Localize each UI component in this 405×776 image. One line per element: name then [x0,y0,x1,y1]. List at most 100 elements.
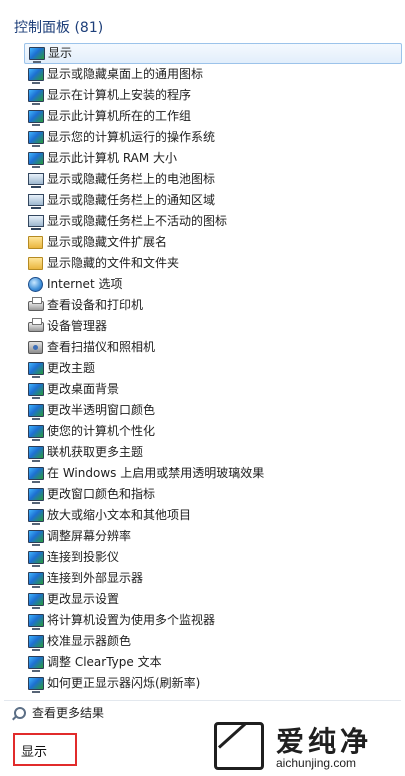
result-item-label: 更改窗口颜色和指标 [47,487,156,501]
result-item-label: 显示在计算机上安装的程序 [47,88,192,102]
result-item-label: 更改主题 [47,361,96,375]
taskbar-monitor-icon [28,215,44,230]
result-item[interactable]: 调整 ClearType 文本 [0,652,405,673]
system-shield-icon [28,110,44,126]
result-item-label: Internet 选项 [47,277,123,291]
display-monitor-icon [28,89,44,105]
result-item[interactable]: 查看扫描仪和照相机 [0,337,405,358]
taskbar-monitor-icon [28,194,44,209]
display-monitor-icon [28,635,44,651]
display-monitor-icon [28,593,44,609]
folder-options-icon [28,236,43,249]
internet-globe-icon [28,277,43,292]
system-shield-icon [28,152,44,168]
result-item-label: 如何更正显示器闪烁(刷新率) [47,676,201,690]
result-item[interactable]: 显示隐藏的文件和文件夹 [0,253,405,274]
result-item-label: 校准显示器颜色 [47,634,132,648]
result-item-label: 连接到外部显示器 [47,571,144,585]
result-item[interactable]: 连接到外部显示器 [0,568,405,589]
result-item[interactable]: 显示或隐藏文件扩展名 [0,232,405,253]
result-item[interactable]: 显示 [24,43,402,64]
result-item[interactable]: 更改桌面背景 [0,379,405,400]
result-item[interactable]: 连接到投影仪 [0,547,405,568]
display-monitor-icon [28,362,44,378]
display-monitor-icon [28,446,44,462]
result-item[interactable]: 更改主题 [0,358,405,379]
folder-options-icon [28,257,43,270]
watermark-title: 爱纯净 [276,725,373,758]
result-item-label: 放大或缩小文本和其他项目 [47,508,192,522]
start-search-input[interactable] [21,741,71,759]
result-item[interactable]: 放大或缩小文本和其他项目 [0,505,405,526]
result-item-label: 调整 ClearType 文本 [47,655,162,669]
result-item-label: 将计算机设置为使用多个监视器 [47,613,216,627]
see-more-results-link[interactable]: 查看更多结果 [14,704,104,722]
watermark-logo-icon [214,722,264,770]
result-item[interactable]: 更改半透明窗口颜色 [0,400,405,421]
result-item[interactable]: 显示您的计算机运行的操作系统 [0,127,405,148]
result-item[interactable]: Internet 选项 [0,274,405,295]
result-item-label: 显示或隐藏任务栏上的电池图标 [47,172,216,186]
result-item[interactable]: 显示或隐藏任务栏上不活动的图标 [0,211,405,232]
result-item[interactable]: 显示或隐藏任务栏上的电池图标 [0,169,405,190]
result-item-label: 查看扫描仪和照相机 [47,340,156,354]
display-monitor-icon [28,68,44,84]
result-item[interactable]: 联机获取更多主题 [0,442,405,463]
taskbar-monitor-icon [28,173,44,188]
result-item[interactable]: 显示或隐藏桌面上的通用图标 [0,64,405,85]
result-item-label: 更改显示设置 [47,592,120,606]
result-item-label: 显示此计算机 RAM 大小 [47,151,178,165]
result-item-label: 显示您的计算机运行的操作系统 [47,130,216,144]
result-item[interactable]: 显示在计算机上安装的程序 [0,85,405,106]
display-monitor-icon [28,467,44,483]
display-monitor-icon [28,614,44,630]
result-item-label: 调整屏幕分辨率 [47,529,132,543]
display-monitor-icon [28,488,44,504]
start-menu-search-results: 控制面板 (81) 显示显示或隐藏桌面上的通用图标 显示在计算机上安装的程序 显示此… [0,0,405,776]
result-item-label: 显示或隐藏桌面上的通用图标 [47,67,204,81]
display-monitor-icon [28,551,44,567]
watermark-url: aichunjing.com [276,756,357,770]
result-item[interactable]: 如何更正显示器闪烁(刷新率) [0,673,405,694]
result-item[interactable]: 在 Windows 上启用或禁用透明玻璃效果 [0,463,405,484]
result-item-label: 更改半透明窗口颜色 [47,403,156,417]
result-item[interactable]: 显示此计算机 RAM 大小 [0,148,405,169]
result-item[interactable]: 更改窗口颜色和指标 [0,484,405,505]
display-monitor-icon [29,47,45,63]
control-panel-group-header: 控制面板 (81) [14,20,104,36]
result-item-label: 在 Windows 上启用或禁用透明玻璃效果 [47,466,265,480]
result-item-label: 显示或隐藏文件扩展名 [47,235,168,249]
result-item-label: 联机获取更多主题 [47,445,144,459]
scanner-camera-icon [28,341,43,354]
result-item-label: 连接到投影仪 [47,550,120,564]
result-item[interactable]: 设备管理器 [0,316,405,337]
display-monitor-icon [28,677,44,693]
system-shield-icon [28,131,44,147]
printer-icon [28,318,44,332]
result-item-label: 显示或隐藏任务栏上不活动的图标 [47,214,228,228]
result-item[interactable]: 将计算机设置为使用多个监视器 [0,610,405,631]
result-item[interactable]: 更改显示设置 [0,589,405,610]
result-item-label: 使您的计算机个性化 [47,424,156,438]
result-item[interactable]: 调整屏幕分辨率 [0,526,405,547]
result-item-label: 显示此计算机所在的工作组 [47,109,192,123]
result-item[interactable]: 校准显示器颜色 [0,631,405,652]
result-item-label: 设备管理器 [47,319,108,333]
results-list: 显示 显示或隐藏桌面上的通用图标 显示在计算机上安装的程序 显示此计算机所在的工作组显… [0,43,405,694]
result-item-label: 显示隐藏的文件和文件夹 [47,256,180,270]
magnifier-icon [14,707,26,719]
result-item[interactable]: 显示此计算机所在的工作组 [0,106,405,127]
result-item-label: 更改桌面背景 [47,382,120,396]
result-item[interactable]: 查看设备和打印机 [0,295,405,316]
display-monitor-icon [28,530,44,546]
result-item[interactable]: 使您的计算机个性化 [0,421,405,442]
display-monitor-icon [28,509,44,525]
result-item-label: 查看设备和打印机 [47,298,144,312]
display-monitor-icon [28,383,44,399]
display-monitor-icon [28,404,44,420]
display-monitor-icon [28,656,44,672]
result-item[interactable]: 显示或隐藏任务栏上的通知区域 [0,190,405,211]
results-divider [4,700,401,701]
result-item-label: 显示或隐藏任务栏上的通知区域 [47,193,216,207]
search-box-highlight [13,733,77,766]
